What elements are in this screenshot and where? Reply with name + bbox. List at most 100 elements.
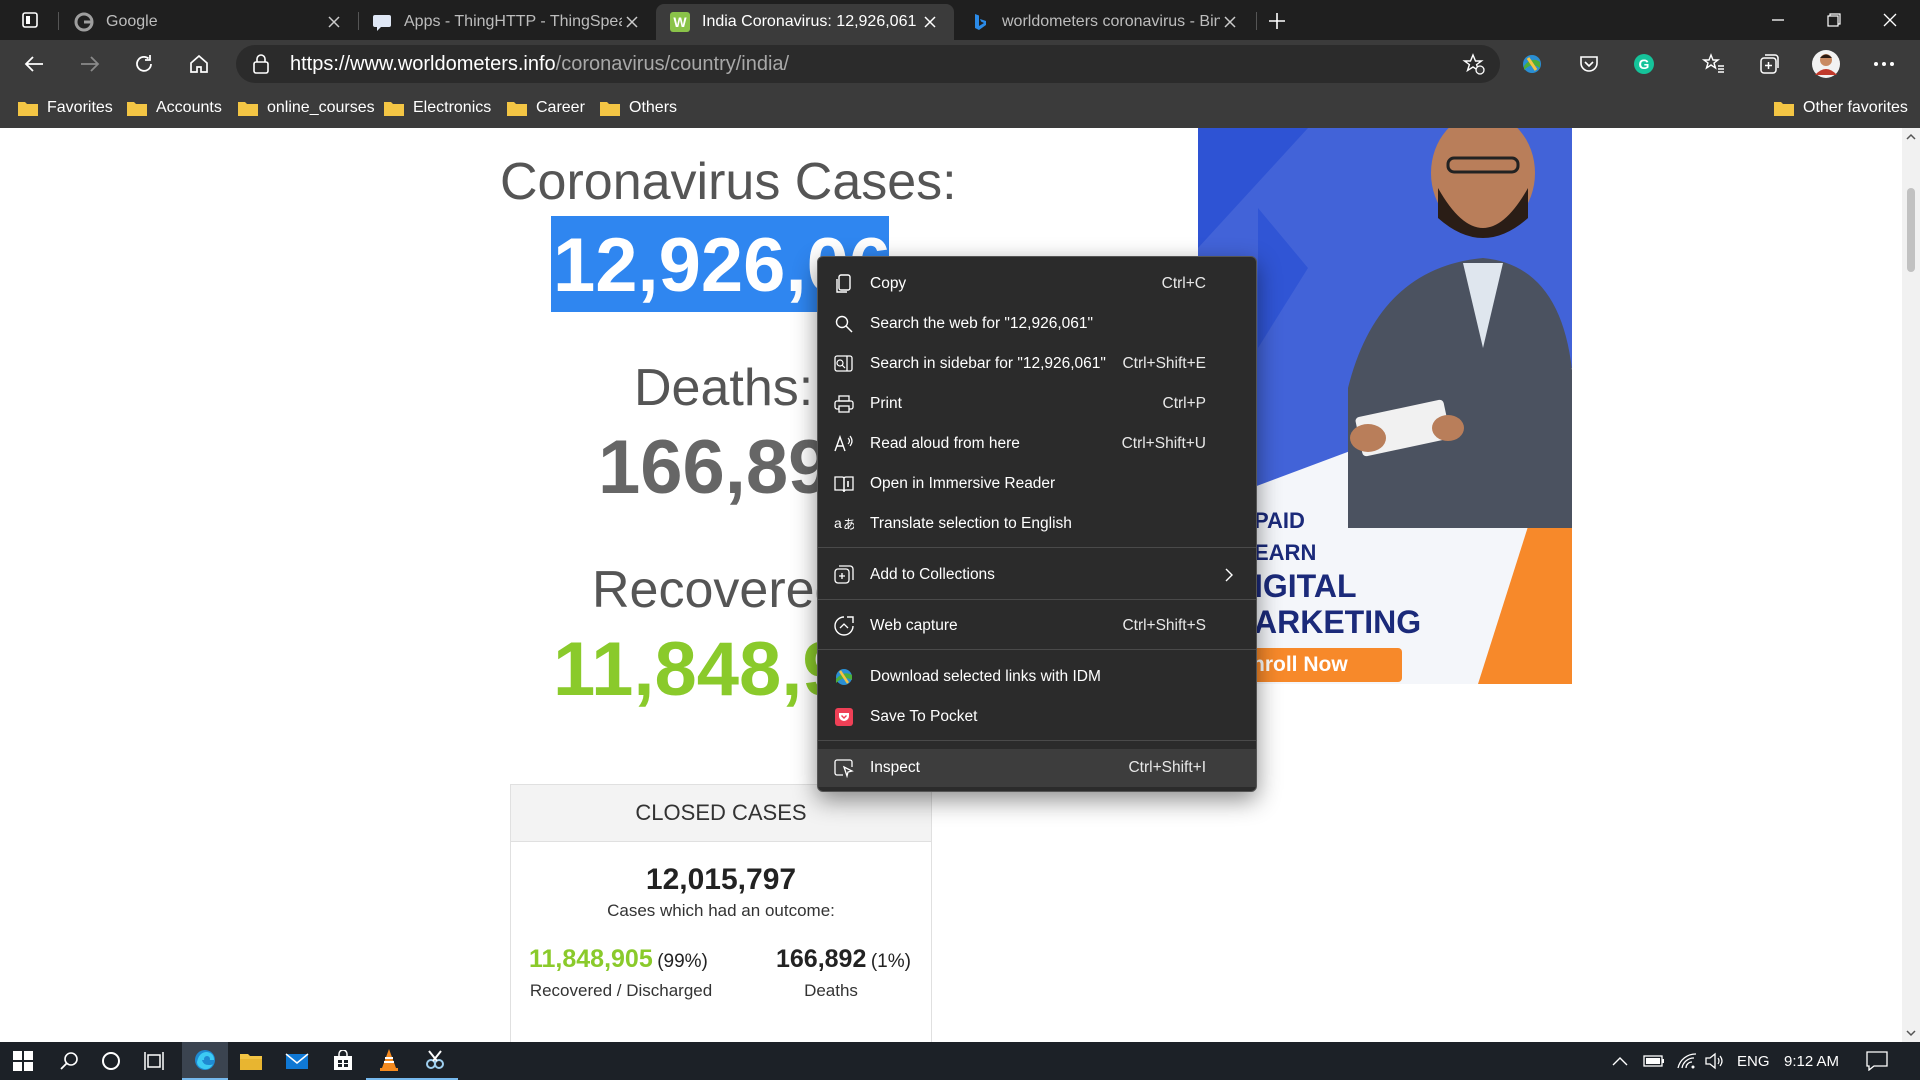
- favorite-folder[interactable]: Career: [507, 94, 585, 122]
- page-scrollbar[interactable]: [1902, 128, 1920, 1042]
- back-button[interactable]: [18, 48, 50, 80]
- menu-item-search-web[interactable]: Search the web for "12,926,061": [818, 305, 1256, 343]
- windows-taskbar: ENG 9:12 AM: [0, 1042, 1920, 1080]
- home-button[interactable]: [183, 48, 215, 80]
- folder-icon: [1774, 100, 1794, 116]
- extension-grammarly-button[interactable]: G: [1628, 48, 1660, 80]
- volume-control[interactable]: [1704, 1042, 1726, 1080]
- speaker-icon: [1705, 1052, 1723, 1070]
- taskbar-edge-app[interactable]: [182, 1042, 228, 1080]
- extension-idm-button[interactable]: [1516, 48, 1548, 80]
- folder-icon: [384, 100, 404, 116]
- mail-icon: [285, 1053, 309, 1069]
- menu-item-print[interactable]: Print Ctrl+P: [818, 385, 1256, 423]
- new-tab-button[interactable]: [1262, 6, 1292, 36]
- tab-worldometers[interactable]: W India Coronavirus: 12,926,061 Ca: [656, 4, 954, 40]
- menu-label: Search in sidebar for "12,926,061": [870, 355, 1106, 372]
- tab-bing[interactable]: worldometers coronavirus - Bing: [956, 4, 1254, 40]
- scroll-down-icon[interactable]: [1902, 1026, 1920, 1040]
- favorite-folder[interactable]: Accounts: [127, 94, 222, 122]
- taskbar-vlc[interactable]: [366, 1042, 412, 1080]
- menu-item-immersive-reader[interactable]: Open in Immersive Reader: [818, 465, 1256, 503]
- ad-enroll-button[interactable]: nroll Now: [1238, 648, 1402, 682]
- menu-label: Add to Collections: [870, 566, 995, 583]
- scroll-up-icon[interactable]: [1902, 130, 1920, 144]
- tab-title: India Coronavirus: 12,926,061 Ca: [702, 13, 920, 30]
- close-tab-icon[interactable]: [1220, 12, 1240, 32]
- favorite-label: Career: [536, 99, 585, 116]
- windows-logo-icon: [13, 1051, 33, 1071]
- url-path: /coronavirus/country/india/: [555, 53, 790, 75]
- menu-shortcut: Ctrl+Shift+E: [1122, 355, 1206, 372]
- extension-pocket-button[interactable]: [1573, 48, 1605, 80]
- menu-item-translate[interactable]: aあ Translate selection to English: [818, 505, 1256, 543]
- close-tab-icon[interactable]: [622, 12, 642, 32]
- menu-shortcut: Ctrl+Shift+I: [1128, 759, 1206, 776]
- taskbar-file-explorer[interactable]: [228, 1042, 274, 1080]
- battery-status[interactable]: [1643, 1042, 1665, 1080]
- menu-item-inspect[interactable]: Inspect Ctrl+Shift+I: [818, 749, 1256, 787]
- menu-item-copy[interactable]: Copy Ctrl+C: [818, 265, 1256, 303]
- favorite-folder[interactable]: Favorites: [18, 94, 113, 122]
- cortana-circle-icon: [102, 1052, 120, 1070]
- vlc-cone-icon: [380, 1049, 398, 1071]
- tab-actions-icon: [22, 12, 38, 28]
- tab-google[interactable]: Google: [60, 4, 358, 40]
- favorite-folder[interactable]: online_courses: [238, 94, 375, 122]
- menu-item-read-aloud[interactable]: Read aloud from here Ctrl+Shift+U: [818, 425, 1256, 463]
- task-view-button[interactable]: [132, 1042, 178, 1080]
- taskbar-search-button[interactable]: [46, 1042, 92, 1080]
- input-language[interactable]: ENG: [1737, 1042, 1770, 1080]
- scrollbar-thumb[interactable]: [1907, 188, 1915, 272]
- immersive-reader-icon: [834, 474, 854, 494]
- menu-label: Print: [870, 395, 902, 412]
- minimize-button[interactable]: [1750, 0, 1806, 40]
- tab-actions-button[interactable]: [0, 0, 60, 40]
- close-tab-icon[interactable]: [324, 12, 344, 32]
- menu-separator: [818, 599, 1256, 600]
- address-bar[interactable]: https://www.worldometers.info/coronaviru…: [236, 45, 1500, 83]
- menu-item-search-sidebar[interactable]: Search in sidebar for "12,926,061" Ctrl+…: [818, 345, 1256, 383]
- google-icon: [74, 12, 94, 32]
- settings-more-button[interactable]: [1868, 48, 1900, 80]
- cortana-button[interactable]: [88, 1042, 134, 1080]
- menu-label: Read aloud from here: [870, 435, 1020, 452]
- sidebar-search-icon: [834, 354, 854, 374]
- battery-icon: [1643, 1055, 1664, 1067]
- ad-text-line3: IGITAL: [1254, 568, 1357, 604]
- search-icon: [60, 1052, 78, 1070]
- menu-item-download-idm[interactable]: Download selected links with IDM: [818, 658, 1256, 696]
- other-favorites-folder[interactable]: Other favorites: [1774, 94, 1908, 122]
- profile-button[interactable]: [1810, 48, 1842, 80]
- refresh-button[interactable]: [128, 48, 160, 80]
- collections-icon: [834, 565, 854, 585]
- tab-thingspeak[interactable]: Apps - ThingHTTP - ThingSpeak: [358, 4, 656, 40]
- action-center-button[interactable]: [1866, 1042, 1888, 1080]
- favorite-label: Accounts: [156, 99, 222, 116]
- menu-item-save-to-pocket[interactable]: Save To Pocket: [818, 698, 1256, 736]
- start-button[interactable]: [0, 1042, 46, 1080]
- collections-button[interactable]: [1753, 48, 1785, 80]
- taskbar-mail[interactable]: [274, 1042, 320, 1080]
- network-status[interactable]: [1677, 1042, 1697, 1080]
- taskbar-store[interactable]: [320, 1042, 366, 1080]
- show-hidden-icons[interactable]: [1612, 1042, 1628, 1080]
- clock[interactable]: 9:12 AM: [1784, 1042, 1839, 1080]
- favorites-button[interactable]: [1698, 48, 1730, 80]
- svg-text:あ: あ: [843, 518, 854, 533]
- add-favorite-icon[interactable]: [1462, 53, 1486, 80]
- menu-item-web-capture[interactable]: Web capture Ctrl+Shift+S: [818, 607, 1256, 645]
- menu-shortcut: Ctrl+C: [1161, 275, 1206, 292]
- url-text: https://www.worldometers.info/coronaviru…: [290, 53, 789, 76]
- close-tab-icon[interactable]: [920, 12, 940, 32]
- tab-title: Apps - ThingHTTP - ThingSpeak: [404, 13, 622, 30]
- favorite-folder[interactable]: Others: [600, 94, 677, 122]
- closed-cases-subtitle: Cases which had an outcome:: [607, 901, 835, 920]
- taskbar-app-snipping[interactable]: [412, 1042, 458, 1080]
- restore-button[interactable]: [1806, 0, 1862, 40]
- forward-button[interactable]: [74, 48, 106, 80]
- favorite-folder[interactable]: Electronics: [384, 94, 491, 122]
- close-window-button[interactable]: [1862, 0, 1918, 40]
- menu-item-add-to-collections[interactable]: Add to Collections: [818, 556, 1256, 594]
- pocket-icon: [834, 707, 854, 727]
